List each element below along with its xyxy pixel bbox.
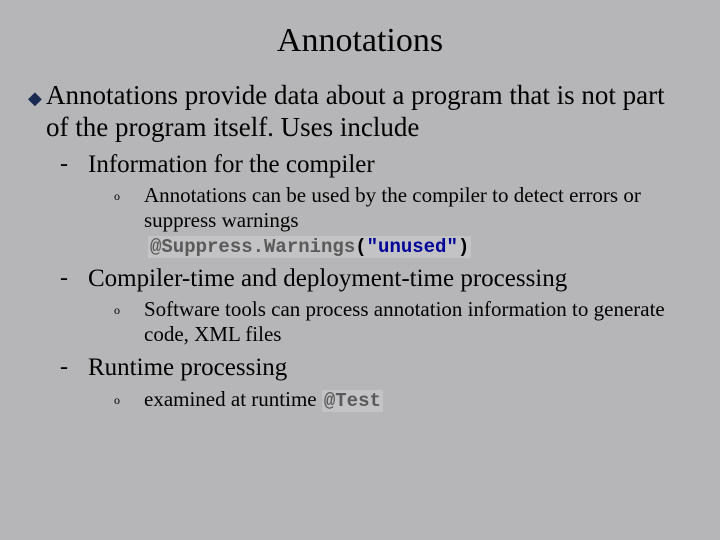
diamond-bullet-icon: ◆ xyxy=(28,80,46,113)
code-snippet: @Suppress.Warnings("unused") xyxy=(148,236,471,258)
dash-bullet-icon: - xyxy=(60,264,88,292)
circle-bullet-icon: o xyxy=(114,183,144,207)
code-example: @Suppress.Warnings("unused") xyxy=(148,236,692,258)
code-string: "unused" xyxy=(367,236,458,258)
dash-bullet-icon: - xyxy=(60,353,88,381)
slide: Annotations ◆ Annotations provide data a… xyxy=(0,0,720,540)
code-keyword: @Suppress.Warnings xyxy=(150,236,355,258)
circle-bullet-icon: o xyxy=(114,297,144,321)
list-item: - Runtime processing xyxy=(60,353,692,383)
sub-item-text: Software tools can process annotation in… xyxy=(144,297,692,347)
sub-item: o Software tools can process annotation … xyxy=(114,297,692,347)
list-item-label: Compiler-time and deployment-time proces… xyxy=(88,264,567,294)
dash-bullet-icon: - xyxy=(60,150,88,178)
sub-item-text: examined at runtime @Test xyxy=(144,387,383,413)
slide-title: Annotations xyxy=(28,22,692,60)
sub-item: o Annotations can be used by the compile… xyxy=(114,183,692,233)
sub-item-text: Annotations can be used by the compiler … xyxy=(144,183,692,233)
main-bullet-text: Annotations provide data about a program… xyxy=(46,80,692,144)
list-item: - Compiler-time and deployment-time proc… xyxy=(60,264,692,294)
code-snippet: @Test xyxy=(322,390,383,412)
list-item: - Information for the compiler xyxy=(60,150,692,180)
sub-item-prefix: examined at runtime xyxy=(144,387,322,411)
code-paren-close: ) xyxy=(458,236,469,258)
list-item-label: Runtime processing xyxy=(88,353,287,383)
sub-item: o examined at runtime @Test xyxy=(114,387,692,413)
list-item-label: Information for the compiler xyxy=(88,150,375,180)
circle-bullet-icon: o xyxy=(114,387,144,411)
code-paren-open: ( xyxy=(355,236,366,258)
main-bullet: ◆ Annotations provide data about a progr… xyxy=(28,80,692,144)
